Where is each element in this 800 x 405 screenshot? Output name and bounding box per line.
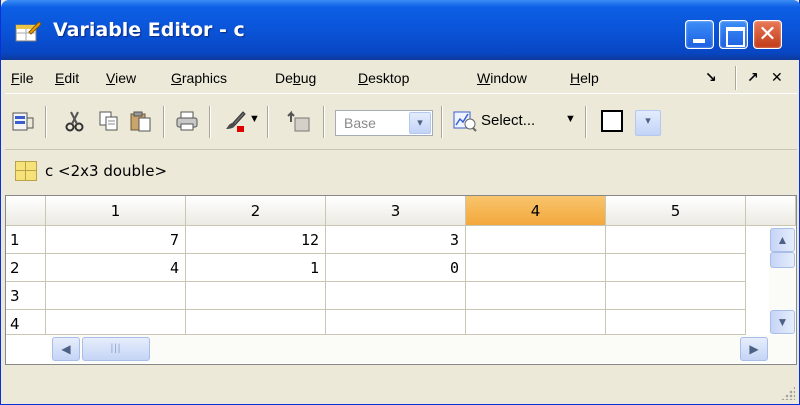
copy-icon[interactable] — [97, 110, 121, 132]
print-icon[interactable] — [175, 110, 199, 132]
column-header-filler — [746, 196, 796, 226]
menu-separator — [735, 66, 737, 90]
close-button[interactable]: ✕ — [753, 20, 782, 49]
table-cell[interactable] — [46, 282, 186, 310]
paste-icon[interactable] — [129, 110, 153, 132]
cut-icon[interactable] — [63, 110, 87, 132]
title-bar[interactable]: Variable Editor - c ✕ — [1, 0, 800, 60]
menu-debug[interactable]: Debug — [275, 70, 316, 86]
toolbar-separator — [441, 106, 443, 138]
table-cell[interactable] — [186, 282, 326, 310]
column-header[interactable]: 1 — [46, 196, 186, 226]
vertical-scrollbar[interactable]: ▲ ▼ — [769, 226, 796, 334]
table-cell[interactable] — [46, 310, 186, 335]
maximize-button[interactable] — [719, 20, 748, 49]
horizontal-scrollbar[interactable]: ◀ ||| ▶ — [50, 335, 796, 363]
import-data-icon[interactable] — [11, 110, 35, 132]
toolbar-separator — [45, 106, 47, 138]
window-style-combo[interactable]: ▾ — [635, 110, 663, 136]
spreadsheet-grid[interactable]: 1 2 3 4 5 1 7 12 3 2 4 1 0 3 4 ▲ ▼ ◀ |||… — [5, 195, 797, 365]
table-cell[interactable] — [466, 282, 606, 310]
toolbar-separator — [585, 106, 587, 138]
menu-window[interactable]: Window — [477, 70, 527, 86]
menu-file[interactable]: File — [11, 70, 34, 86]
table-cell[interactable] — [466, 254, 606, 282]
brush-dropdown-icon[interactable]: ▼ — [249, 113, 260, 125]
table-cell[interactable] — [606, 310, 746, 335]
table-cell[interactable] — [326, 310, 466, 335]
column-header[interactable]: 5 — [606, 196, 746, 226]
horizontal-scroll-thumb[interactable]: ||| — [82, 337, 150, 361]
column-header[interactable]: 2 — [186, 196, 326, 226]
column-header-active[interactable]: 4 — [466, 196, 606, 226]
menu-close-icon[interactable]: ✕ — [771, 69, 783, 86]
table-cell[interactable] — [326, 282, 466, 310]
menu-edit[interactable]: Edit — [55, 70, 79, 86]
workspace-combo[interactable]: Base ▾ — [335, 110, 433, 136]
row-header[interactable]: 1 — [6, 226, 46, 254]
toolbar-separator — [323, 106, 325, 138]
table-cell[interactable] — [466, 226, 606, 254]
scroll-down-icon[interactable]: ▼ — [770, 310, 795, 334]
table-cell[interactable]: 0 — [326, 254, 466, 282]
table-cell[interactable] — [606, 282, 746, 310]
plot-selector-icon[interactable] — [453, 110, 477, 132]
toolbar-separator — [163, 106, 165, 138]
dock-icon[interactable]: ↘ — [705, 69, 717, 86]
window-title: Variable Editor - c — [53, 19, 245, 41]
table-cell[interactable]: 7 — [46, 226, 186, 254]
chevron-down-icon[interactable]: ▾ — [635, 110, 661, 136]
menu-desktop[interactable]: Desktop — [358, 70, 409, 86]
table-cell[interactable] — [186, 310, 326, 335]
toolbar-separator — [267, 106, 269, 138]
column-header[interactable]: 3 — [326, 196, 466, 226]
toolbar: ▼ Base ▾ Select... ▼ ▾ — [5, 96, 797, 150]
table-cell[interactable] — [466, 310, 606, 335]
menu-graphics[interactable]: Graphics — [171, 70, 227, 86]
corner-header[interactable] — [6, 196, 46, 226]
toolbar-separator — [209, 106, 211, 138]
brush-icon[interactable] — [223, 110, 247, 132]
workspace-combo-value: Base — [344, 115, 376, 131]
undock-icon[interactable]: ↗ — [747, 69, 759, 86]
plot-select-dropdown-icon[interactable]: ▼ — [565, 113, 576, 125]
chevron-down-icon[interactable]: ▾ — [409, 112, 431, 134]
menu-help[interactable]: Help — [570, 70, 599, 86]
resize-grip-icon[interactable] — [781, 386, 795, 400]
status-bar — [5, 368, 797, 402]
table-cell[interactable]: 3 — [326, 226, 466, 254]
table-cell[interactable]: 4 — [46, 254, 186, 282]
variable-editor-icon — [15, 21, 41, 42]
table-cell[interactable]: 1 — [186, 254, 326, 282]
vertical-scroll-thumb[interactable] — [770, 252, 795, 268]
menu-view[interactable]: View — [106, 70, 136, 86]
table-cell[interactable]: 12 — [186, 226, 326, 254]
stack-up-icon[interactable] — [287, 110, 311, 132]
menu-bar: File Edit View Graphics Debug Desktop Wi… — [5, 62, 797, 94]
matrix-icon — [15, 161, 37, 181]
row-header[interactable]: 2 — [6, 254, 46, 282]
variable-editor-window: Variable Editor - c ✕ File Edit View Gra… — [0, 0, 800, 405]
row-header[interactable]: 3 — [6, 282, 46, 310]
scroll-right-icon[interactable]: ▶ — [740, 337, 768, 361]
scroll-left-icon[interactable]: ◀ — [52, 337, 80, 361]
close-icon: ✕ — [758, 22, 777, 47]
row-header[interactable]: 4 — [6, 310, 46, 335]
minimize-button[interactable] — [685, 20, 714, 49]
variable-label: c <2x3 double> — [45, 162, 168, 180]
scroll-up-icon[interactable]: ▲ — [770, 228, 795, 252]
plot-select-label[interactable]: Select... — [481, 112, 535, 129]
table-cell[interactable] — [606, 226, 746, 254]
window-style-checkbox[interactable] — [601, 110, 623, 132]
variable-info-bar: c <2x3 double> — [5, 151, 797, 191]
table-cell[interactable] — [606, 254, 746, 282]
